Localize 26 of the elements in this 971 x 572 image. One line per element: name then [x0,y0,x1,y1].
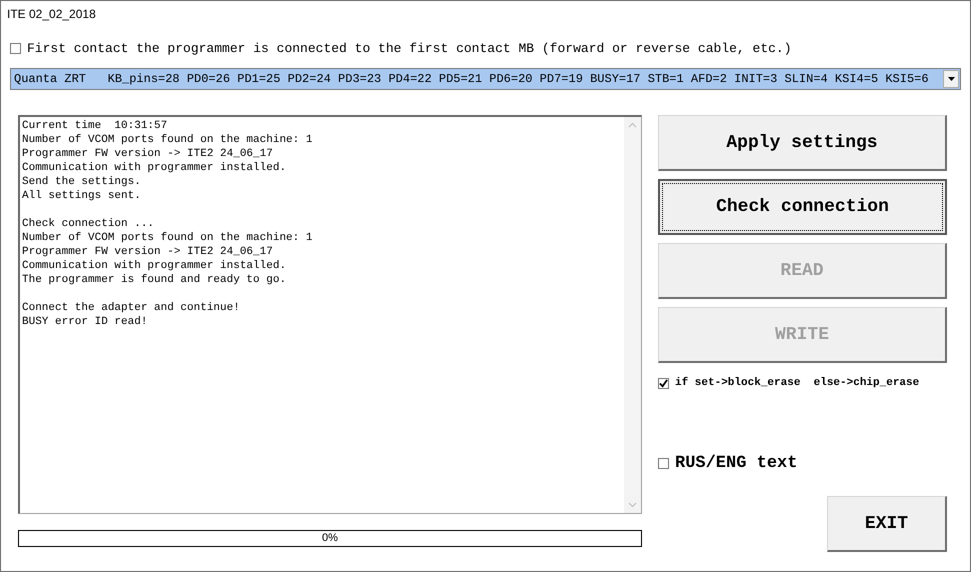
checkbox[interactable] [658,378,669,388]
log-line: The programmer is found and ready to go. [22,273,288,287]
log-line: Communication with programmer installed. [22,259,288,273]
checkbox-label: RUS/ENG text [675,454,798,473]
action-button[interactable]: Check connection [658,179,947,235]
checkbox[interactable] [10,43,21,54]
checkbox[interactable] [658,458,669,469]
log-line: BUSY error ID read! [22,315,148,329]
log-line: Programmer FW version -> ITE2 24_06_17 [22,147,274,161]
action-button[interactable]: Apply settings [658,115,947,171]
progress-text: 0% [322,531,338,546]
log-line: Send the settings. [22,175,142,189]
log-line: All settings sent. [22,189,142,203]
window-title: ITE 02_02_2018 [7,7,96,21]
log-line: Check connection ... [22,217,156,231]
exit-button[interactable]: EXIT [827,496,947,552]
log-line: Current time 10:31:57 [22,119,168,133]
log-line: Number of VCOM ports found on the machine: 1 [22,133,314,147]
log-line: Connect the adapter and continue! [22,301,241,315]
log-line: Communication with programmer installed. [22,161,288,175]
log-line: Number of VCOM ports found on the machine: 1 [22,231,314,245]
dropdown-arrow-icon [948,77,954,81]
checkbox-label: if set->block_erase else->chip_erase [675,377,920,389]
checkbox-label: First contact the programmer is connected to the first contact MB (forward or reverse cable, etc.) [27,41,792,56]
pinout-dropdown[interactable]: Quanta ZRT KB_pins=28 PD0=26 PD1=25 PD2=24 PD3=23 PD4=22 PD5=21 PD6=20 PD7=19 BUSY=17 STB=1 AFD=2 INIT=3 SLIN=4 KSI4=5 KSI5=6 [10,68,961,90]
log-line: Programmer FW version -> ITE2 24_06_17 [22,245,274,259]
